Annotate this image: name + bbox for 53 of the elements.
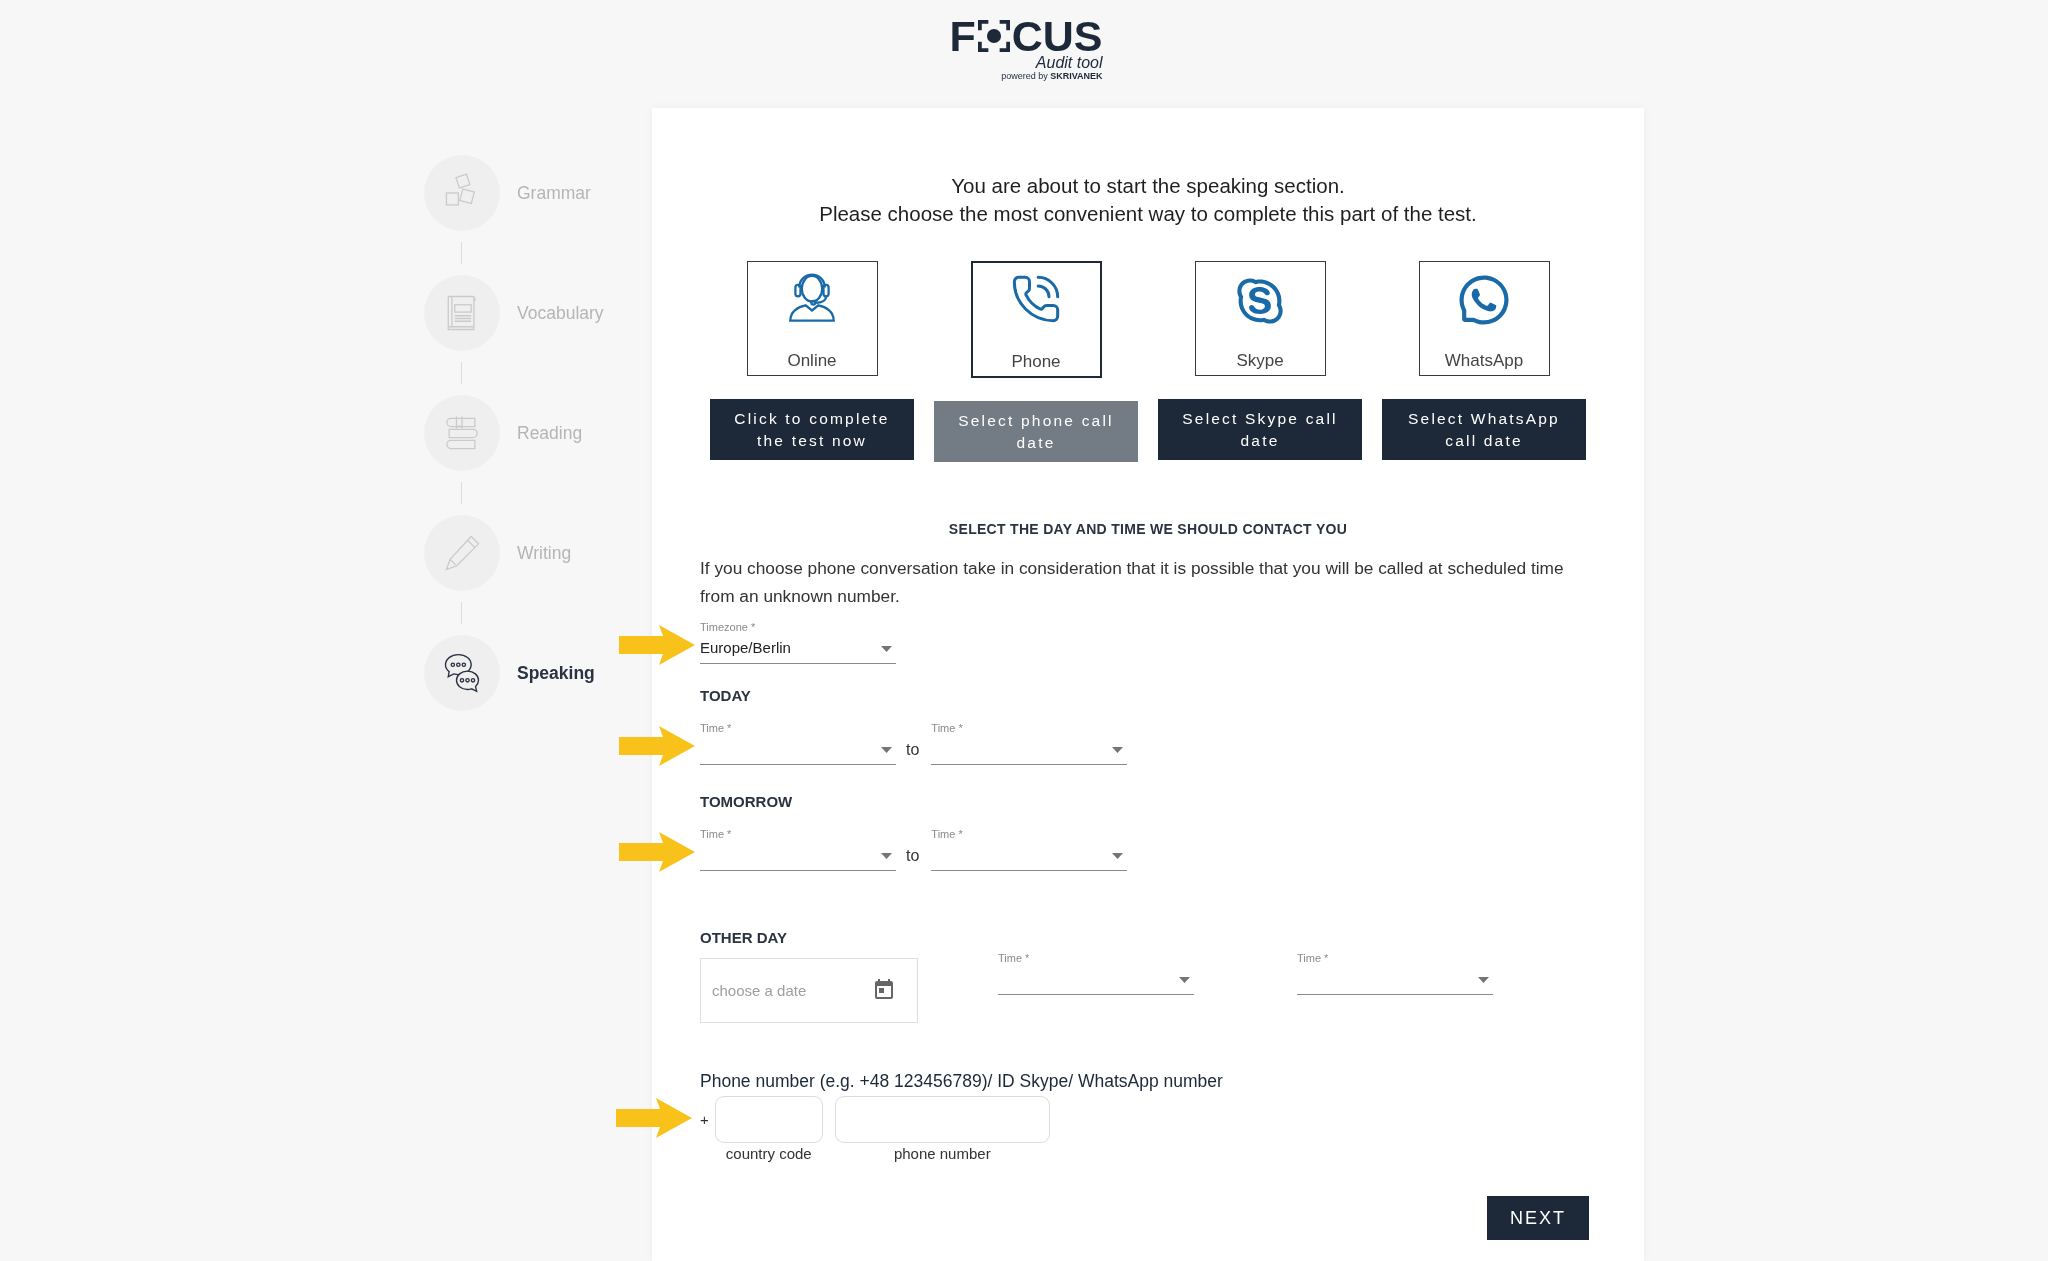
- logo-subtitle: Audit tool: [1035, 54, 1103, 71]
- field-caption: country code: [725, 1146, 812, 1162]
- phone-number-input[interactable]: [834, 1096, 1050, 1143]
- field-caption: phone number: [893, 1146, 991, 1162]
- range-separator: to: [906, 846, 920, 866]
- caret-icon: [881, 746, 892, 753]
- timezone-select[interactable]: Europe/Berlin: [700, 634, 896, 664]
- country-code-input[interactable]: [714, 1096, 823, 1143]
- field-label: Time *: [700, 721, 733, 735]
- option-button[interactable]: Select Skype call date: [1158, 399, 1362, 460]
- option-card[interactable]: Phone: [970, 261, 1102, 378]
- section-title: OTHER DAY: [700, 928, 788, 948]
- section-title: TODAY: [700, 686, 752, 706]
- caret-icon: [881, 852, 892, 859]
- caret-icon: [1112, 852, 1124, 859]
- logo-text: F: [949, 18, 976, 54]
- step-label: Speaking: [517, 661, 595, 685]
- step-label: Vocabulary: [517, 301, 604, 325]
- section-title: TOMORROW: [700, 792, 794, 812]
- caret-icon: [1478, 976, 1489, 983]
- field-label: Time *: [700, 827, 733, 841]
- option-card[interactable]: Skype: [1194, 261, 1326, 376]
- note-text: If you choose phone conversation take in consideration that it is possible that you will be called at scheduled time from an unknown number.: [700, 557, 1565, 608]
- caret-icon: [881, 645, 892, 652]
- prefix-text: +: [700, 1110, 709, 1130]
- section-heading: SELECT THE DAY AND TIME WE SHOULD CONTACT YOU: [947, 520, 1349, 539]
- option-card[interactable]: WhatsApp: [1418, 261, 1550, 376]
- range-separator: to: [906, 740, 920, 760]
- step-label: Grammar: [517, 181, 591, 205]
- option-button[interactable]: Select WhatsApp call date: [1382, 399, 1586, 460]
- field-label: Time *: [931, 721, 964, 735]
- field-label: Timezone *: [700, 620, 757, 634]
- field-label: Time *: [1297, 951, 1330, 965]
- intro-text: Please choose the most convenient way to complete this part of the test.: [819, 201, 1477, 227]
- intro-text: You are about to start the speaking section.: [951, 173, 1345, 199]
- field-label: Time *: [931, 827, 964, 841]
- phone-call-icon: [1010, 273, 1062, 325]
- headset-person-icon: [789, 272, 835, 322]
- calendar-icon: [872, 978, 896, 1002]
- next-button[interactable]: NEXT: [1487, 1196, 1589, 1240]
- option-card[interactable]: Online: [746, 261, 878, 376]
- logo-credit: powered by SKRIVANEK: [1001, 71, 1103, 82]
- step-label: Writing: [517, 541, 572, 565]
- option-button[interactable]: Select phone call date: [934, 401, 1138, 462]
- option-button[interactable]: Click to complete the test now: [710, 399, 914, 460]
- date-field[interactable]: choose a date: [700, 958, 918, 1023]
- caret-icon: [1179, 976, 1190, 983]
- caret-icon: [1112, 746, 1124, 753]
- field-label: Time *: [998, 951, 1031, 965]
- logo-text: CUS: [1011, 18, 1103, 54]
- target-icon: [977, 20, 1010, 52]
- step-label: Reading: [517, 421, 583, 445]
- field-label: Phone number (e.g. +48 123456789)/ ID Skype/ WhatsApp number: [700, 1070, 1224, 1092]
